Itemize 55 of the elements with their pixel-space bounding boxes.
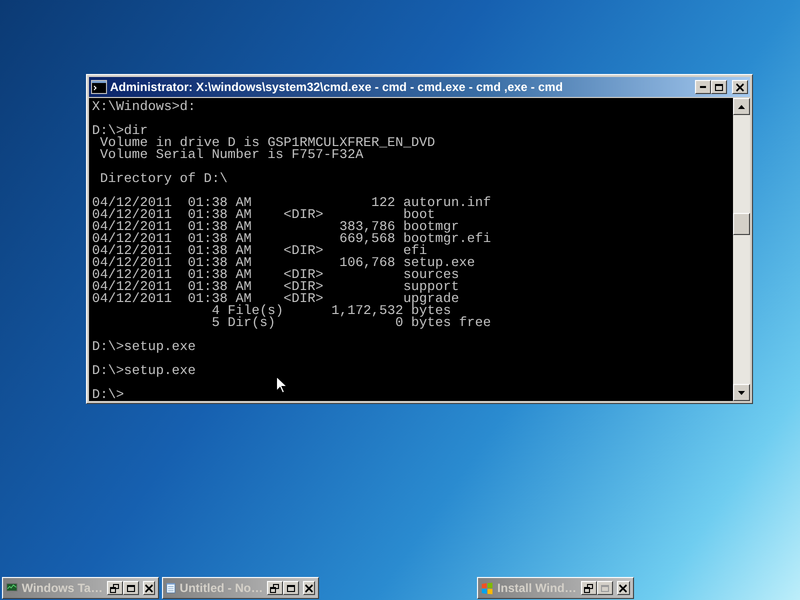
- close-icon: [304, 584, 314, 592]
- close-icon: [144, 584, 154, 592]
- close-button[interactable]: [142, 581, 155, 595]
- console-line: 04/12/2011 01:38 AM 383,786 bootmgr: [92, 221, 460, 233]
- window-title: Install Wind…: [497, 580, 577, 597]
- minimize-button[interactable]: [695, 80, 711, 94]
- restore-button[interactable]: [106, 581, 123, 595]
- close-icon: [618, 584, 628, 592]
- console-line: Directory of D:\: [98, 173, 228, 185]
- close-button[interactable]: [616, 581, 630, 595]
- console-line: X:\Windows>d:: [92, 101, 196, 113]
- maximize-button[interactable]: [711, 80, 727, 94]
- console-line: 04/12/2011 01:38 AM <DIR> efi: [92, 245, 428, 257]
- console-line: D:\>dir: [92, 125, 148, 137]
- console-line: D:\>setup.exe: [92, 341, 196, 353]
- close-button[interactable]: [732, 80, 748, 94]
- console-line: 4 File(s) 1,172,532 bytes: [210, 305, 452, 317]
- close-icon: [735, 82, 745, 92]
- console-line: 04/12/2011 01:38 AM <DIR> boot: [92, 209, 436, 221]
- console-line: 04/12/2011 01:38 AM <DIR> sources: [92, 269, 460, 281]
- restore-icon: [584, 584, 594, 592]
- console-line: 04/12/2011 01:38 AM 669,568 bootmgr.efi: [92, 233, 491, 245]
- console-line: D:\>setup.exe: [92, 365, 196, 377]
- maximize-button[interactable]: [283, 581, 299, 595]
- scroll-thumb[interactable]: [733, 213, 750, 235]
- maximize-icon: [126, 584, 136, 592]
- maximize-icon: [600, 584, 610, 592]
- window-title: Administrator: X:\windows\system32\cmd.exe - cmd - cmd.exe - cmd ,exe - cmd: [110, 79, 564, 96]
- console-line: D:\>: [92, 389, 124, 401]
- maximize-icon: [714, 82, 724, 92]
- close-button[interactable]: [303, 581, 315, 595]
- scroll-down-button[interactable]: [733, 384, 750, 401]
- console-icon: [91, 80, 107, 94]
- console-line: Volume Serial Number is F757-F32A: [98, 149, 364, 161]
- minimized-window[interactable]: Install Wind…: [477, 577, 634, 599]
- up-arrow-icon: [738, 104, 745, 108]
- restore-button[interactable]: [580, 581, 597, 595]
- console-line: 04/12/2011 01:38 AM 106,768 setup.exe: [92, 257, 476, 269]
- restore-icon: [270, 584, 280, 592]
- maximize-icon: [286, 584, 296, 592]
- console-line: Volume in drive D is GSP1RMCULXFRER_EN_DVD: [98, 137, 436, 149]
- minimize-icon: [700, 86, 706, 88]
- maximize-button[interactable]: [122, 581, 139, 595]
- down-arrow-icon: [738, 390, 745, 394]
- console-line: 04/12/2011 01:38 AM <DIR> upgrade: [92, 293, 460, 305]
- console-line: 04/12/2011 01:38 AM 122 autorun.inf: [92, 197, 491, 209]
- mouse-pointer-icon: [276, 376, 288, 394]
- windows-logo-icon: [481, 580, 494, 596]
- console-line: 5 Dir(s) 0 bytes free: [210, 317, 491, 329]
- scroll-up-button[interactable]: [733, 98, 750, 115]
- console-line: 04/12/2011 01:38 AM <DIR> support: [92, 281, 460, 293]
- notepad-icon: [166, 580, 176, 596]
- maximize-button[interactable]: [596, 581, 613, 595]
- restore-icon: [110, 584, 120, 592]
- restore-button[interactable]: [267, 581, 283, 595]
